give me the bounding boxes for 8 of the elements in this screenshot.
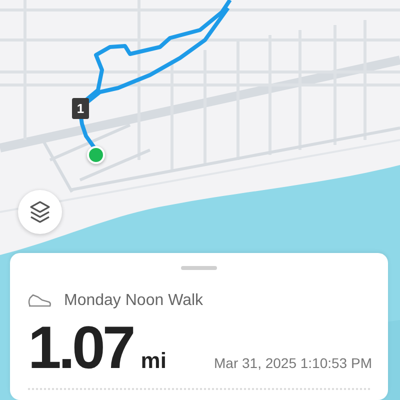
route-marker: 1 [72,98,89,119]
shoe-icon [28,294,52,308]
distance-value: 1.07 [28,318,133,378]
activity-date: Mar 31, 2025 1:10:53 PM [214,355,372,371]
drag-handle[interactable] [181,266,217,270]
activity-name: Monday Noon Walk [64,292,204,310]
distance-unit: mi [140,348,166,374]
layers-icon [29,200,51,224]
